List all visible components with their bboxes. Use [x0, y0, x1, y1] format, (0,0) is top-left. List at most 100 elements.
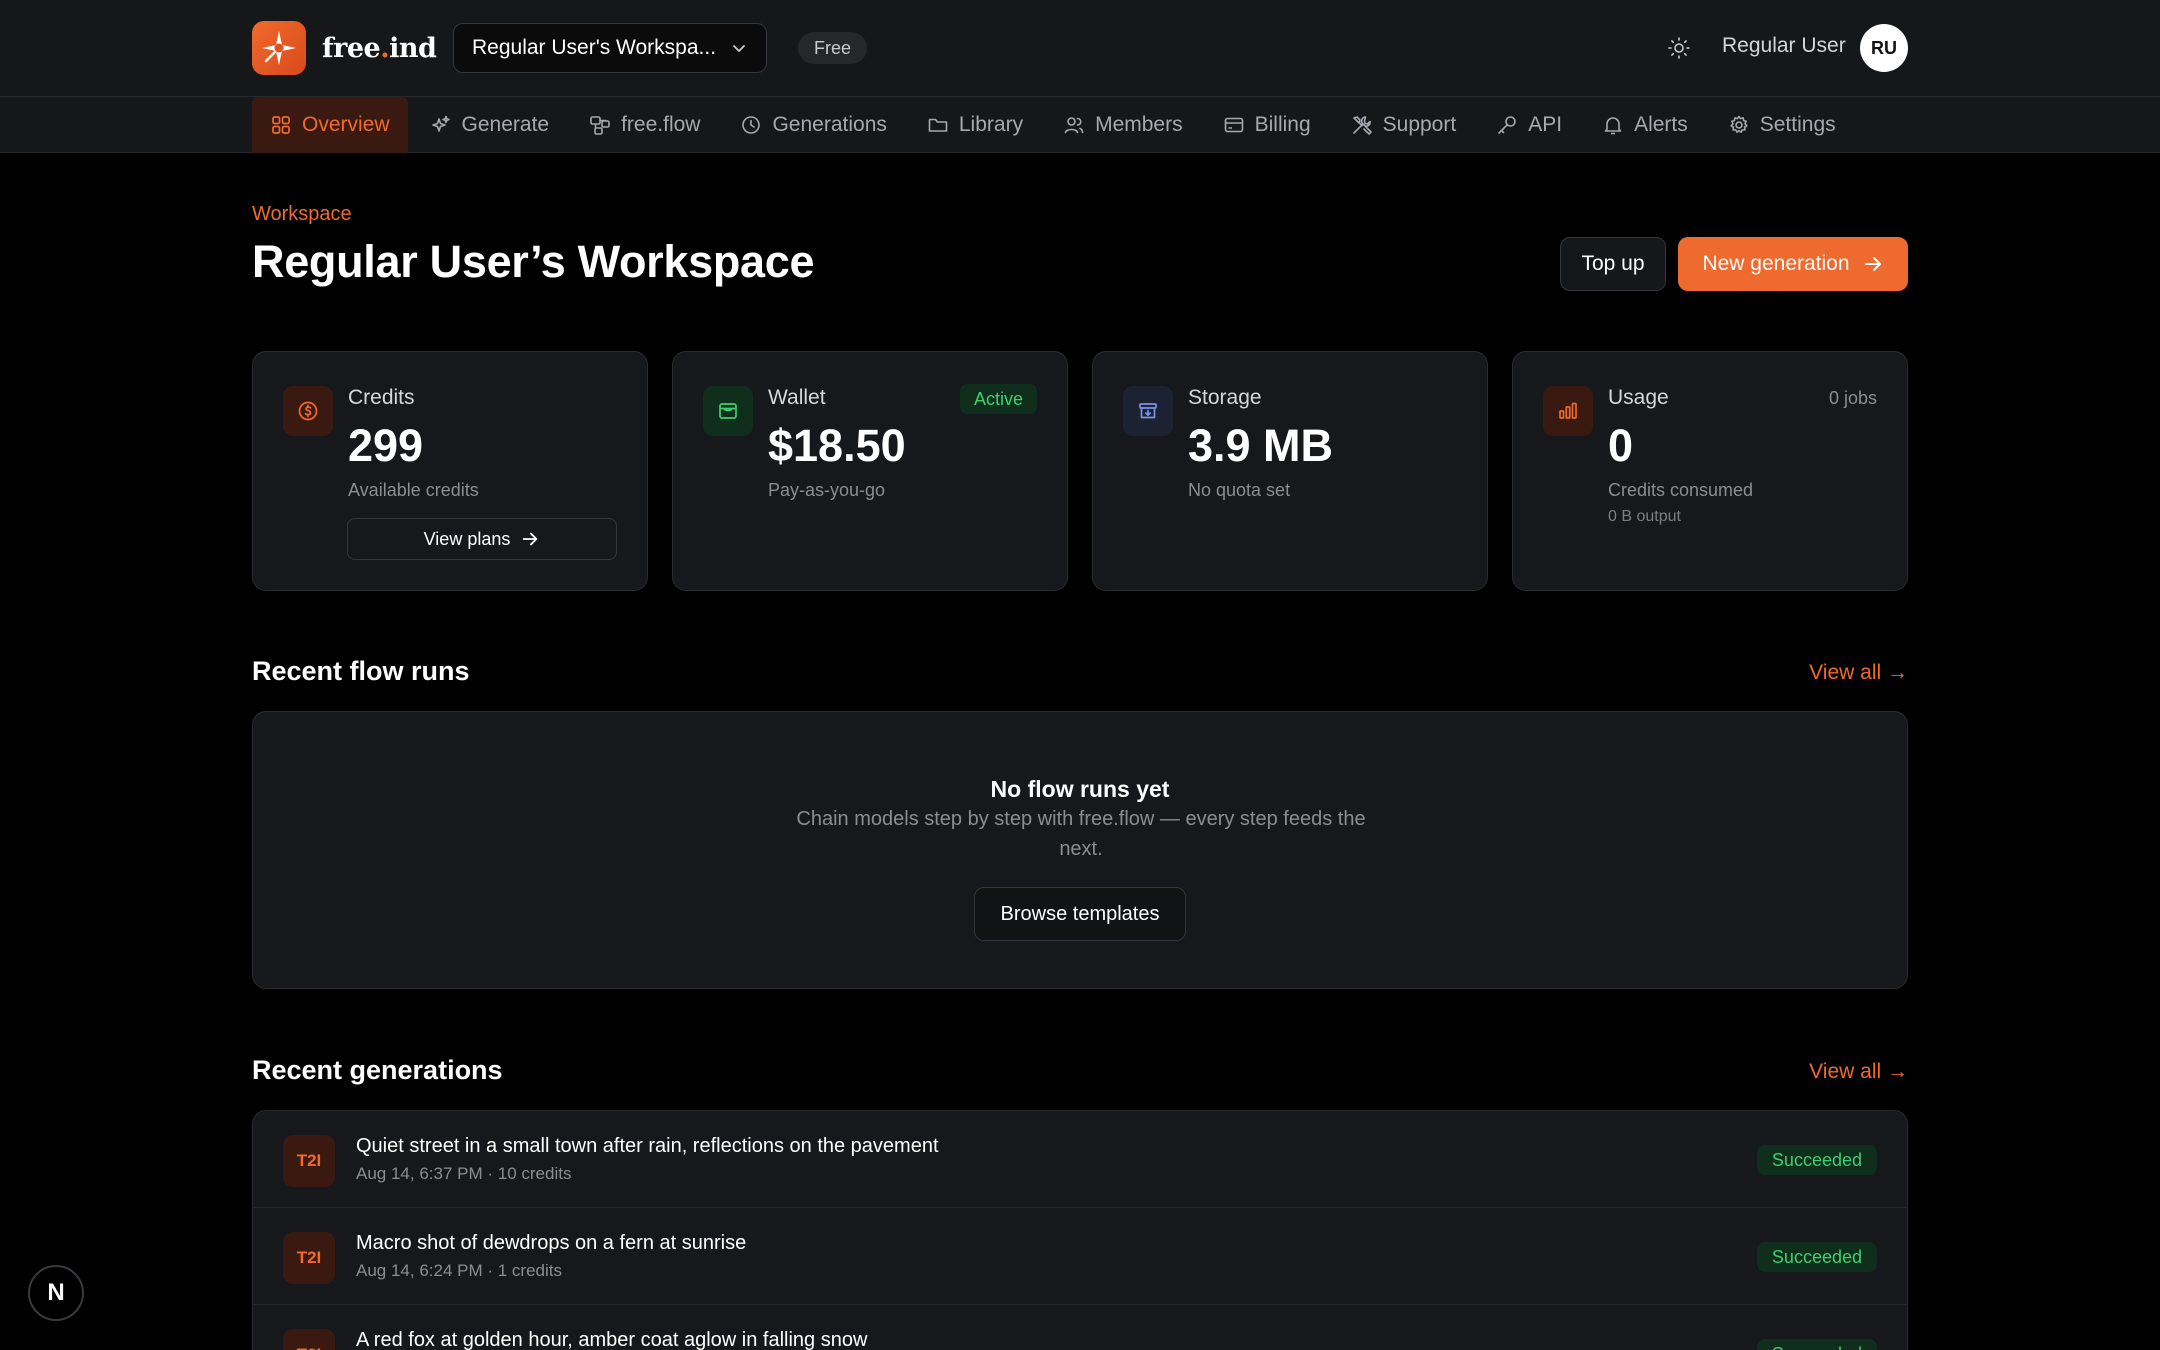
tab-alerts[interactable]: Alerts [1584, 97, 1706, 153]
status-badge: Succeeded [1756, 1339, 1877, 1350]
credits-sub: Available credits [348, 480, 479, 500]
users-icon [1063, 114, 1085, 136]
browse-templates-button[interactable]: Browse templates [974, 887, 1186, 941]
tab-label: Generations [772, 113, 887, 136]
brand-logo[interactable]: free.ind [252, 21, 437, 75]
credits-label: Credits [348, 386, 415, 409]
generations-view-all-link[interactable]: View all → [1809, 1060, 1908, 1084]
list-item[interactable]: T2I Quiet street in a small town after r… [253, 1111, 1907, 1208]
flow-runs-view-all-link[interactable]: View all → [1809, 661, 1908, 685]
empty-state-description: Chain models step by step with free.flow… [796, 808, 1366, 860]
generation-title: Macro shot of dewdrops on a fern at sunr… [356, 1232, 747, 1254]
user-name[interactable]: Regular User [1722, 34, 1846, 58]
arrow-right-icon [520, 529, 540, 549]
grid-icon [270, 114, 292, 136]
wallet-value: $18.50 [768, 420, 906, 471]
tab-label: Members [1095, 113, 1183, 136]
generation-type-badge: T2I [283, 1329, 335, 1350]
tab-settings[interactable]: Settings [1710, 97, 1854, 153]
usage-label: Usage [1608, 386, 1669, 409]
generations-list: T2I Quiet street in a small town after r… [252, 1110, 1908, 1350]
wallet-icon [703, 386, 753, 436]
tab-label: Settings [1759, 113, 1836, 136]
sparkles-icon [430, 114, 452, 136]
tab-label: Library [958, 113, 1024, 136]
arrow-right-icon [1862, 253, 1884, 275]
bell-icon [1602, 114, 1624, 136]
brand-name: free.ind [322, 32, 437, 64]
generation-meta: Aug 14, 6:24 PM · 1 credits [356, 1261, 562, 1280]
tab-generate[interactable]: Generate [412, 97, 568, 153]
generation-type-badge: T2I [283, 1135, 335, 1187]
credit-card-icon [1223, 114, 1245, 136]
dollar-coin-icon [283, 386, 333, 436]
tab-label: Overview [302, 113, 390, 136]
dev-tools-button[interactable]: N [28, 1265, 84, 1321]
status-badge: Succeeded [1756, 1242, 1877, 1272]
tab-label: Billing [1254, 113, 1311, 136]
chevron-down-icon [730, 39, 748, 57]
tab-overview[interactable]: Overview [252, 97, 408, 153]
credits-card: Credits 299 Available credits View plans [252, 351, 648, 591]
workflow-icon [589, 114, 611, 136]
generations-title: Recent generations [252, 1055, 503, 1085]
folder-icon [927, 114, 949, 136]
new-generation-label: New generation [1702, 252, 1850, 275]
main-nav: Overview Generate free.flow Generations … [0, 97, 2160, 153]
workspace-selector-label: Regular User's Workspa... [472, 36, 717, 59]
storage-card: Storage 3.9 MB No quota set [1092, 351, 1488, 591]
tab-label: Support [1382, 113, 1457, 136]
tools-icon [1351, 114, 1373, 136]
tab-billing[interactable]: Billing [1205, 97, 1329, 153]
storage-label: Storage [1188, 386, 1262, 409]
generation-meta: Aug 14, 6:37 PM · 10 credits [356, 1164, 572, 1183]
tab-generations[interactable]: Generations [722, 97, 904, 153]
avatar[interactable]: RU [1860, 24, 1908, 72]
logo-star-icon [252, 21, 306, 75]
generation-title: Quiet street in a small town after rain,… [356, 1135, 939, 1157]
page-title: Regular User’s Workspace [252, 236, 815, 287]
top-up-button[interactable]: Top up [1560, 237, 1666, 291]
tab-library[interactable]: Library [909, 97, 1041, 153]
tab-support[interactable]: Support [1333, 97, 1475, 153]
tab-members[interactable]: Members [1045, 97, 1201, 153]
usage-sub: Credits consumed [1608, 480, 1754, 500]
top-bar: free.ind Regular User's Workspa... Free … [0, 0, 2160, 97]
tab-api[interactable]: API [1478, 97, 1580, 153]
new-generation-button[interactable]: New generation [1678, 237, 1908, 291]
usage-jobs-count: 0 jobs [1828, 388, 1877, 408]
view-plans-label: View plans [423, 528, 511, 549]
generation-title: A red fox at golden hour, amber coat agl… [356, 1329, 868, 1350]
page-eyebrow: Workspace [252, 203, 352, 225]
tab-label: Alerts [1634, 113, 1688, 136]
empty-state-title: No flow runs yet [990, 776, 1170, 802]
wallet-sub: Pay-as-you-go [768, 480, 886, 500]
usage-output: 0 B output [1608, 508, 1681, 525]
storage-sub: No quota set [1188, 480, 1291, 500]
view-plans-button[interactable]: View plans [347, 518, 617, 560]
tab-label: free.flow [621, 113, 701, 136]
theme-toggle-button[interactable] [1664, 33, 1694, 63]
key-icon [1496, 114, 1518, 136]
credits-value: 299 [348, 420, 424, 471]
tab-label: Generate [461, 113, 550, 136]
wallet-status-badge: Active [959, 384, 1037, 414]
list-item[interactable]: T2I Macro shot of dewdrops on a fern at … [253, 1208, 1907, 1305]
tab-free-flow[interactable]: free.flow [571, 97, 718, 153]
wallet-card: Wallet Active $18.50 Pay-as-you-go [672, 351, 1068, 591]
bar-chart-icon [1543, 386, 1593, 436]
usage-card: Usage 0 jobs 0 Credits consumed 0 B outp… [1512, 351, 1908, 591]
archive-download-icon [1123, 386, 1173, 436]
workspace-selector[interactable]: Regular User's Workspa... [453, 23, 767, 73]
flow-runs-title: Recent flow runs [252, 656, 470, 686]
sun-icon [1667, 36, 1691, 60]
gear-icon [1728, 114, 1750, 136]
storage-value: 3.9 MB [1188, 420, 1334, 471]
flow-runs-empty-state: No flow runs yet Chain models step by st… [252, 711, 1908, 989]
plan-badge: Free [798, 32, 868, 64]
list-item[interactable]: T2I A red fox at golden hour, amber coat… [253, 1305, 1907, 1350]
usage-value: 0 [1608, 420, 1634, 471]
tab-label: API [1528, 113, 1563, 136]
generation-type-badge: T2I [283, 1232, 335, 1284]
status-badge: Succeeded [1756, 1145, 1877, 1175]
